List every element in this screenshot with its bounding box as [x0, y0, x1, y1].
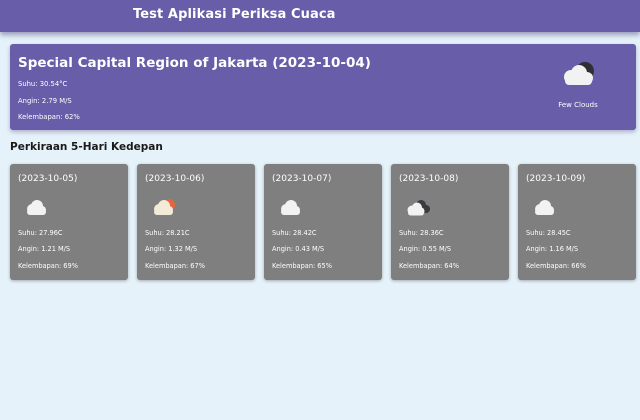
forecast-wind: Angin: 0.43 M/S — [272, 245, 325, 253]
forecast-temperature: Suhu: 28.45C — [526, 229, 571, 237]
current-weather-card: Special Capital Region of Jakarta (2023-… — [10, 44, 636, 130]
forecast-date: (2023-10-07) — [272, 174, 332, 184]
forecast-temperature: Suhu: 28.21C — [145, 229, 190, 237]
forecast-day-card: (2023-10-06) Suhu: 28.21C Angin: 1.32 M/… — [137, 164, 255, 280]
cloud-icon — [281, 200, 300, 215]
broken-clouds-icon — [407, 200, 430, 216]
forecast-day-card: (2023-10-05) Suhu: 27.96C Angin: 1.21 M/… — [10, 164, 128, 280]
forecast-day-card: (2023-10-07) Suhu: 28.42C Angin: 0.43 M/… — [264, 164, 382, 280]
forecast-humidity: Kelembapan: 66% — [526, 262, 586, 270]
current-temperature: Suhu: 30.54°C — [18, 80, 68, 88]
forecast-humidity: Kelembapan: 67% — [145, 262, 205, 270]
forecast-humidity: Kelembapan: 69% — [18, 262, 78, 270]
current-description: Few Clouds — [558, 101, 598, 109]
forecast-temperature: Suhu: 28.42C — [272, 229, 317, 237]
partly-sunny-icon — [154, 199, 175, 215]
forecast-date: (2023-10-06) — [145, 174, 205, 184]
app-title: Test Aplikasi Periksa Cuaca — [133, 7, 336, 22]
forecast-temperature: Suhu: 28.36C — [399, 229, 444, 237]
forecast-wind: Angin: 1.16 M/S — [526, 245, 579, 253]
current-wind: Angin: 2.79 M/S — [18, 97, 72, 105]
current-humidity: Kelembapan: 62% — [18, 113, 80, 121]
few-clouds-icon — [564, 62, 594, 85]
forecast-humidity: Kelembapan: 64% — [399, 262, 459, 270]
forecast-date: (2023-10-08) — [399, 174, 459, 184]
forecast-date: (2023-10-05) — [18, 174, 78, 184]
forecast-heading: Perkiraan 5-Hari Kedepan — [10, 141, 163, 153]
cloud-icon — [535, 200, 554, 215]
forecast-humidity: Kelembapan: 65% — [272, 262, 332, 270]
forecast-day-card: (2023-10-09) Suhu: 28.45C Angin: 1.16 M/… — [518, 164, 636, 280]
navbar: Test Aplikasi Periksa Cuaca — [0, 0, 640, 32]
forecast-date: (2023-10-09) — [526, 174, 586, 184]
forecast-wind: Angin: 1.21 M/S — [18, 245, 71, 253]
forecast-temperature: Suhu: 27.96C — [18, 229, 63, 237]
forecast-wind: Angin: 1.32 M/S — [145, 245, 198, 253]
forecast-wind: Angin: 0.55 M/S — [399, 245, 452, 253]
forecast-list: (2023-10-05) Suhu: 27.96C Angin: 1.21 M/… — [10, 164, 636, 280]
cloud-icon — [27, 200, 46, 215]
forecast-day-card: (2023-10-08) Suhu: 28.36C Angin: 0.55 M/… — [391, 164, 509, 280]
current-location-title: Special Capital Region of Jakarta (2023-… — [18, 55, 371, 71]
